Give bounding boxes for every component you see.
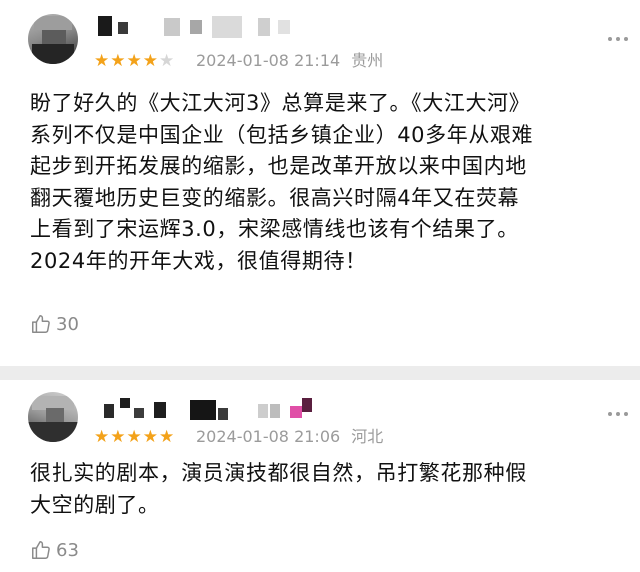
- avatar[interactable]: [28, 392, 78, 442]
- comment-card: ★★★★★ 2024-01-08 21:14 贵州 盼了好久的《大江大河3》总算…: [0, 0, 640, 366]
- comment-text: 盼了好久的《大江大河3》总算是来了。《大江大河》 系列不仅是中国企业（包括乡镇企…: [30, 88, 616, 277]
- star-icon: ★: [94, 427, 111, 447]
- comment-meta: 2024-01-08 21:06 河北: [196, 428, 389, 446]
- like-button[interactable]: 63: [30, 538, 79, 562]
- comment-card: ★★★★★ 2024-01-08 21:06 河北 很扎实的剧本，演员演技都很自…: [0, 380, 640, 572]
- location: 贵州: [351, 51, 384, 70]
- star-icon: ★: [94, 51, 111, 71]
- star-icon: ★: [142, 51, 159, 71]
- comment-text-line: 翻天覆地历史巨变的缩影。很高兴时隔4年又在荧幕: [30, 185, 520, 210]
- avatar[interactable]: [28, 14, 78, 64]
- comment-text-line: 很扎实的剧本，演员演技都很自然，吊打繁花那种假: [30, 461, 527, 485]
- comment-text-line: 大空的剧了。: [30, 492, 160, 517]
- comment-text-line: 系列不仅是中国企业（包括乡镇企业）40多年从艰难: [30, 122, 534, 147]
- star-icon: ★: [110, 51, 127, 71]
- username-blurred[interactable]: [98, 398, 328, 420]
- star-icon: ★: [126, 51, 143, 71]
- star-icon: ★: [126, 427, 143, 447]
- username-blurred[interactable]: [98, 16, 298, 38]
- timestamp: 2024-01-08 21:14: [196, 51, 341, 70]
- like-button[interactable]: 30: [30, 312, 79, 336]
- timestamp: 2024-01-08 21:06: [196, 427, 341, 446]
- thumbs-up-icon: [32, 315, 50, 333]
- more-dots-icon[interactable]: [608, 412, 628, 418]
- thumbs-up-icon: [32, 541, 50, 559]
- star-icon: ★: [159, 51, 176, 71]
- comment-text-line: 起步到开拓发展的缩影，也是改革开放以来中国内地: [30, 154, 527, 178]
- rating-stars: ★★★★★: [94, 52, 175, 70]
- more-dots-icon[interactable]: [608, 37, 628, 43]
- location: 河北: [351, 427, 384, 446]
- star-icon: ★: [142, 427, 159, 447]
- comment-text-line: 盼了好久的《大江大河3》总算是来了。《大江大河》: [30, 91, 531, 115]
- comment-text: 很扎实的剧本，演员演技都很自然，吊打繁花那种假 大空的剧了。: [30, 458, 616, 521]
- star-icon: ★: [159, 427, 176, 447]
- comment-text-line: 上看到了宋运辉3.0，宋梁感情线也该有个结果了。: [30, 217, 519, 241]
- comment-text-line: 2024年的开年大戏，很值得期待！: [30, 248, 367, 273]
- star-icon: ★: [110, 427, 127, 447]
- like-count: 30: [56, 313, 79, 335]
- comment-meta: 2024-01-08 21:14 贵州: [196, 52, 389, 70]
- like-count: 63: [56, 539, 79, 561]
- rating-stars: ★★★★★: [94, 428, 175, 446]
